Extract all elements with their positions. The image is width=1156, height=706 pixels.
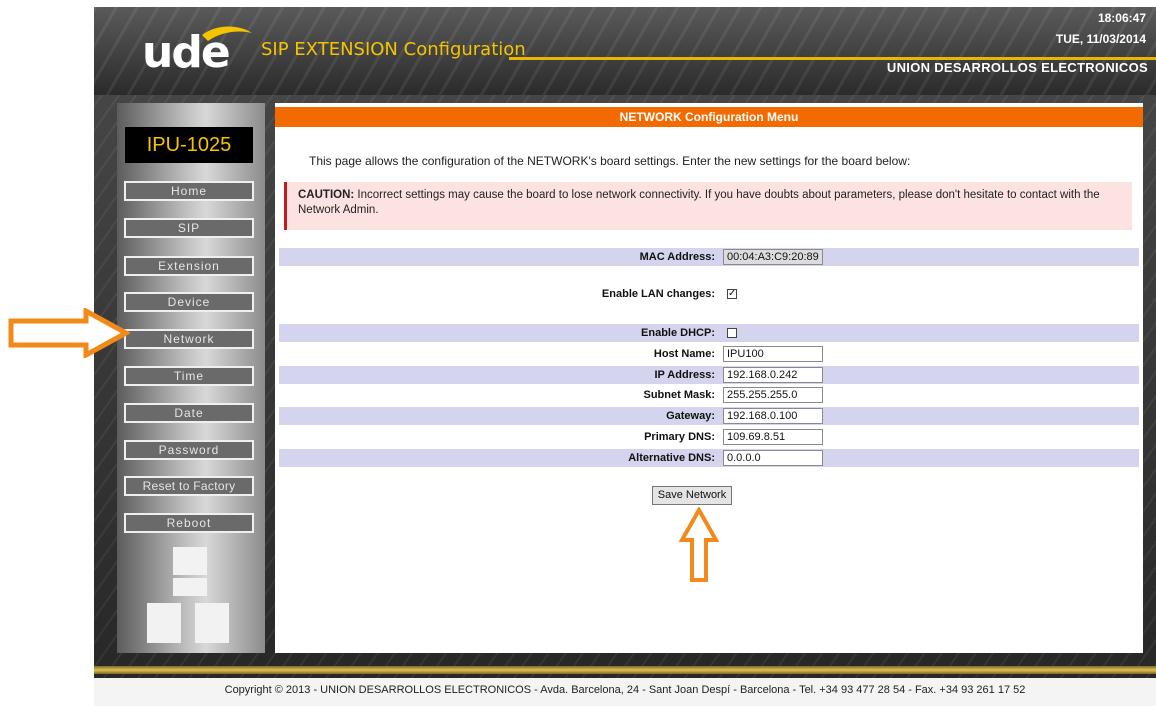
enable-dhcp-checkbox[interactable] — [727, 328, 737, 338]
logo-text: ude — [142, 27, 231, 78]
company-name: UNION DESARROLLOS ELECTRONICOS — [886, 60, 1148, 75]
sidebar-item-time[interactable]: Time — [124, 366, 254, 386]
app-frame: ude SIP EXTENSION Configuration 18:06:47… — [94, 7, 1156, 706]
clock-date: TUE, 11/03/2014 — [1055, 32, 1146, 46]
gateway-field[interactable] — [723, 408, 823, 424]
intro-text: This page allows the configuration of th… — [309, 154, 911, 168]
subnet-mask-field[interactable] — [723, 387, 823, 403]
enable-lan-checkbox[interactable]: ✓ — [727, 289, 737, 299]
sidebar-item-password[interactable]: Password — [124, 440, 254, 460]
sidebar-item-date[interactable]: Date — [124, 403, 254, 423]
decor-block — [147, 603, 181, 643]
decor-block — [173, 578, 207, 596]
footer-divider — [94, 666, 1156, 674]
decor-block — [195, 603, 229, 643]
row-alternative-dns: Alternative DNS: — [279, 449, 1139, 467]
arrow-right-icon — [8, 308, 130, 358]
sidebar-item-device[interactable]: Device — [124, 292, 254, 312]
sidebar-item-sip[interactable]: SIP — [124, 218, 254, 238]
sidebar-item-extension[interactable]: Extension — [124, 256, 254, 276]
row-mac-address: MAC Address: — [279, 248, 1139, 266]
sidebar-item-reboot[interactable]: Reboot — [124, 513, 254, 533]
row-enable-dhcp: Enable DHCP: — [279, 324, 1139, 342]
enable-dhcp-label: Enable DHCP: — [641, 327, 715, 339]
row-subnet-mask: Subnet Mask: — [279, 386, 1139, 404]
menu-title: NETWORK Configuration Menu — [275, 107, 1143, 127]
row-gateway: Gateway: — [279, 407, 1139, 425]
sidebar-item-home[interactable]: Home — [124, 181, 254, 201]
caution-text: Incorrect settings may cause the board t… — [298, 189, 1100, 216]
device-name: IPU-1025 — [125, 127, 253, 163]
alternative-dns-field[interactable] — [723, 450, 823, 466]
enable-lan-label: Enable LAN changes: — [601, 288, 715, 300]
caution-box: CAUTION: Incorrect settings may cause th… — [284, 182, 1132, 230]
arrow-up-icon — [679, 507, 719, 582]
ip-address-field[interactable] — [723, 367, 823, 383]
gateway-label: Gateway: — [666, 410, 715, 422]
mac-address-field — [723, 249, 823, 265]
row-primary-dns: Primary DNS: — [279, 428, 1139, 446]
primary-dns-field[interactable] — [723, 429, 823, 445]
row-enable-lan: Enable LAN changes: ✓ — [279, 285, 1139, 303]
host-name-label: Host Name: — [653, 348, 715, 360]
sidebar-item-reset-to-factory[interactable]: Reset to Factory — [124, 476, 254, 496]
row-host-name: Host Name: — [279, 345, 1139, 363]
clock-time: 18:06:47 — [1097, 11, 1146, 25]
mac-address-label: MAC Address: — [639, 251, 715, 263]
decor-block — [173, 547, 207, 575]
sidebar-item-network[interactable]: Network — [124, 329, 254, 349]
primary-dns-label: Primary DNS: — [644, 431, 715, 443]
caution-label: CAUTION: — [298, 189, 355, 201]
main-content: NETWORK Configuration Menu This page all… — [275, 103, 1143, 653]
save-network-button[interactable]: Save Network — [652, 486, 732, 505]
sidebar: IPU-1025 Home SIP Extension Device Netwo… — [117, 103, 265, 653]
app-title: SIP EXTENSION Configuration — [261, 39, 526, 60]
footer: Copyright © 2013 - UNION DESARROLLOS ELE… — [94, 678, 1156, 706]
row-ip-address: IP Address: — [279, 366, 1139, 384]
header: ude SIP EXTENSION Configuration 18:06:47… — [94, 7, 1156, 95]
subnet-mask-label: Subnet Mask: — [643, 389, 715, 401]
alternative-dns-label: Alternative DNS: — [628, 452, 715, 464]
ip-address-label: IP Address: — [654, 369, 715, 381]
host-name-field[interactable] — [723, 346, 823, 362]
